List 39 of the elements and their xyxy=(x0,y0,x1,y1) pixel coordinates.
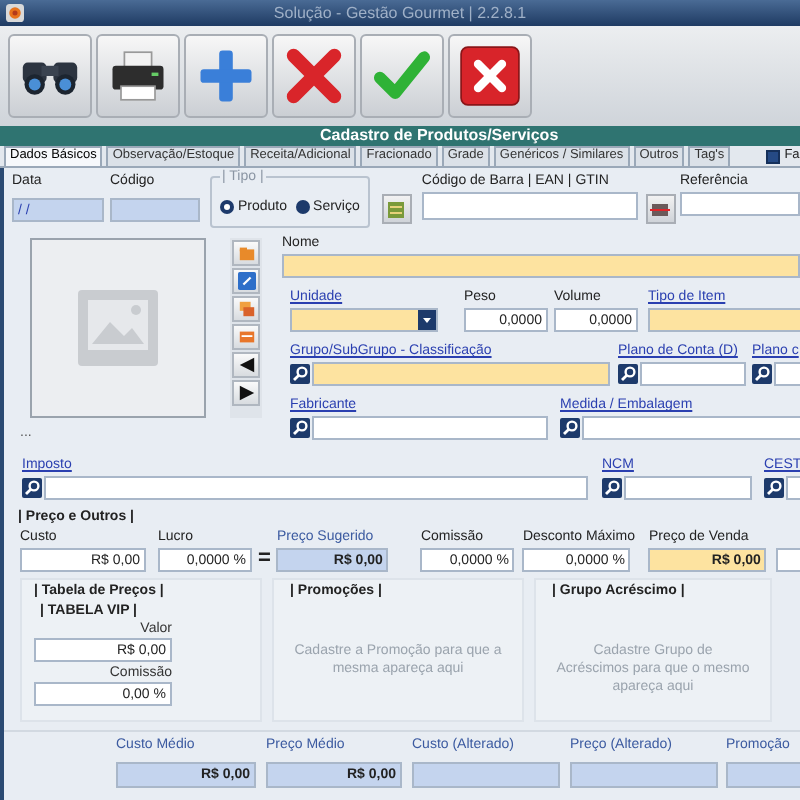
toolbar-button[interactable] xyxy=(96,34,180,118)
input-field[interactable] xyxy=(570,762,718,788)
input-field[interactable] xyxy=(312,362,610,386)
radio-button[interactable] xyxy=(220,199,234,213)
input-field[interactable] xyxy=(312,416,548,440)
input-field[interactable] xyxy=(44,476,588,500)
input-field[interactable] xyxy=(110,198,200,222)
barcode-button[interactable] xyxy=(381,194,412,224)
stack-icon xyxy=(237,300,255,318)
scanner-button[interactable] xyxy=(645,194,676,224)
barcode-icon xyxy=(386,199,407,219)
left-arrow-icon xyxy=(237,356,255,374)
form-title: Cadastro de Produtos/Serviços xyxy=(320,128,559,144)
scanner-icon xyxy=(650,199,671,219)
checkbox[interactable] xyxy=(766,150,781,164)
image-tool-button[interactable] xyxy=(232,352,260,378)
window-title: Solução - Gestão Gourmet | 2.2.8.1 xyxy=(271,5,529,21)
radio-button[interactable] xyxy=(295,199,310,213)
folder-icon xyxy=(237,244,255,262)
equals-sign: = xyxy=(258,548,271,570)
input-field[interactable] xyxy=(726,762,800,788)
input-field[interactable] xyxy=(282,254,800,278)
image-tool-button[interactable] xyxy=(232,380,260,406)
toolbar-button[interactable] xyxy=(8,34,92,118)
input-field[interactable] xyxy=(648,308,800,332)
input-field[interactable] xyxy=(624,476,752,500)
input-field[interactable] xyxy=(679,192,800,216)
close-icon xyxy=(456,42,524,110)
input-field[interactable] xyxy=(640,362,746,386)
app-icon xyxy=(6,4,24,22)
input-field[interactable] xyxy=(421,192,638,220)
link-icon xyxy=(237,272,255,290)
input-field[interactable] xyxy=(290,308,438,332)
right-arrow-icon xyxy=(237,384,255,402)
input-field[interactable] xyxy=(582,416,800,440)
toolbar-button[interactable] xyxy=(448,34,532,118)
image-placeholder-icon xyxy=(78,290,158,366)
input-field[interactable] xyxy=(412,762,560,788)
tray-icon xyxy=(237,328,255,346)
